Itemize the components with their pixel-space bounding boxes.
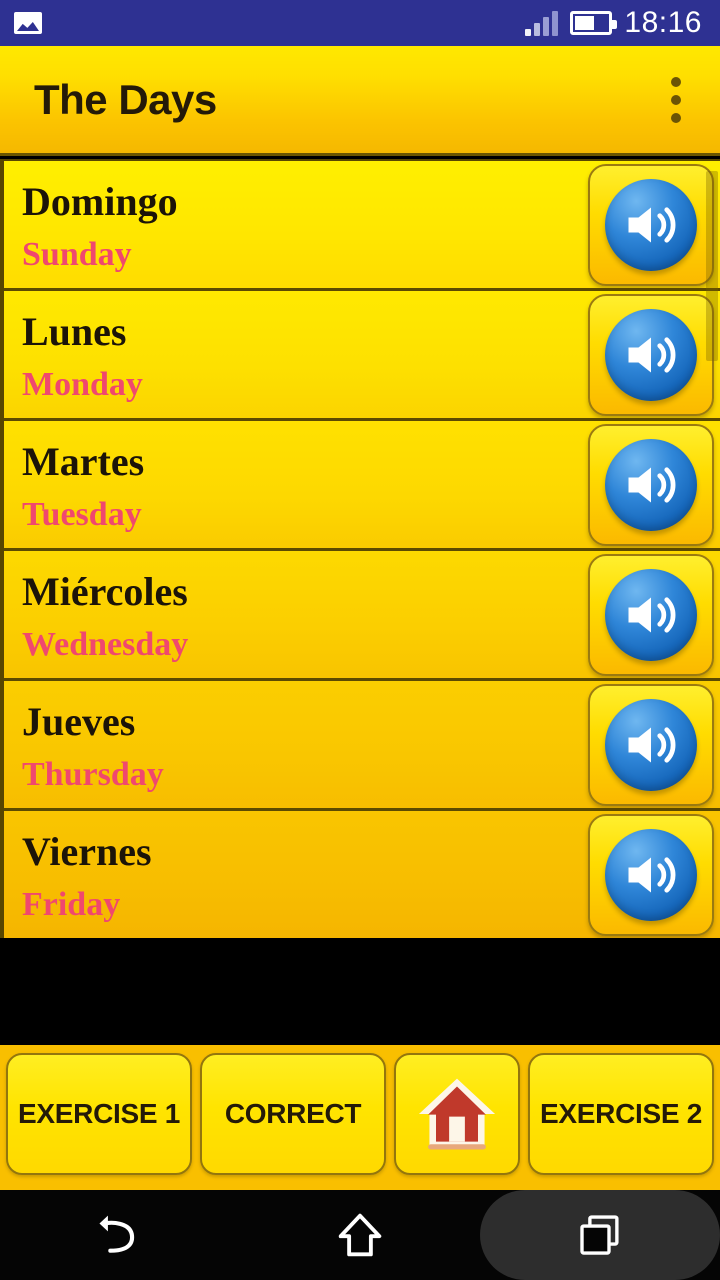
list-item-texts: Jueves Thursday [22,698,588,792]
list-item[interactable]: Domingo Sunday [4,161,720,291]
list-item-texts: Viernes Friday [22,828,588,922]
speaker-button[interactable] [588,293,714,416]
correct-label: CORRECT [224,1098,362,1129]
signal-bars-icon [525,10,559,36]
home-button[interactable] [394,1053,520,1175]
list-item-texts: Miércoles Wednesday [22,568,588,662]
english-word: Monday [22,365,143,403]
speaker-icon [605,568,697,661]
spanish-word: Domingo [22,178,178,224]
exercise-2-label: EXERCISE 2 [540,1098,702,1129]
exercise-1-button[interactable]: EXERCISE 1 [6,1053,192,1175]
list-scrollbar[interactable] [706,171,718,361]
spanish-word: Miércoles [22,568,188,614]
nav-recents-button[interactable] [480,1190,720,1280]
list-item[interactable]: Martes Tuesday [4,421,720,551]
days-list[interactable]: Domingo Sunday Lunes Monday Martes Tuesd… [0,159,720,938]
english-word: Sunday [22,235,132,273]
overflow-menu-icon[interactable] [654,63,698,137]
spanish-word: Viernes [22,828,152,874]
list-item-texts: Lunes Monday [22,308,588,402]
home-outline-icon [331,1206,389,1264]
exercise-2-button[interactable]: EXERCISE 2 [528,1053,714,1175]
speaker-button[interactable] [588,683,714,806]
status-bar: 18:16 [0,0,720,46]
exercise-1-label: EXERCISE 1 [18,1098,180,1129]
speaker-icon [605,308,697,401]
list-item[interactable]: Jueves Thursday [4,681,720,811]
correct-button[interactable]: CORRECT [200,1053,386,1175]
english-word: Wednesday [22,625,189,663]
back-icon [91,1206,149,1264]
page-title: The Days [34,75,217,123]
list-item-texts: Martes Tuesday [22,438,588,532]
status-bar-left [14,12,42,34]
spanish-word: Lunes [22,308,127,354]
spanish-word: Martes [22,438,145,484]
speaker-icon [605,828,697,921]
list-item[interactable]: Lunes Monday [4,291,720,421]
home-icon [415,1072,499,1156]
recents-icon [573,1208,627,1262]
spanish-word: Jueves [22,698,136,744]
speaker-button[interactable] [588,813,714,936]
speaker-icon [605,438,697,531]
list-item-texts: Domingo Sunday [22,178,588,272]
list-item[interactable]: Miércoles Wednesday [4,551,720,681]
speaker-button[interactable] [588,423,714,546]
list-item[interactable]: Viernes Friday [4,811,720,938]
status-bar-clock: 18:16 [624,6,702,39]
speaker-icon [605,698,697,791]
image-icon [14,12,42,34]
nav-home-button[interactable] [240,1190,480,1280]
english-word: Thursday [22,755,164,793]
speaker-icon [605,178,697,271]
english-word: Friday [22,885,121,923]
speaker-button[interactable] [588,163,714,286]
battery-icon [570,11,618,35]
nav-back-button[interactable] [0,1190,240,1280]
android-nav-bar [0,1190,720,1280]
speaker-button[interactable] [588,553,714,676]
status-bar-right: 18:16 [525,6,702,40]
app-screen: 18:16 The Days Domingo Sunday Lunes Mond… [0,0,720,1280]
bottom-button-bar: EXERCISE 1 CORRECT EXERCISE 2 [0,1045,720,1190]
app-title-bar: The Days [0,46,720,156]
english-word: Tuesday [22,495,142,533]
